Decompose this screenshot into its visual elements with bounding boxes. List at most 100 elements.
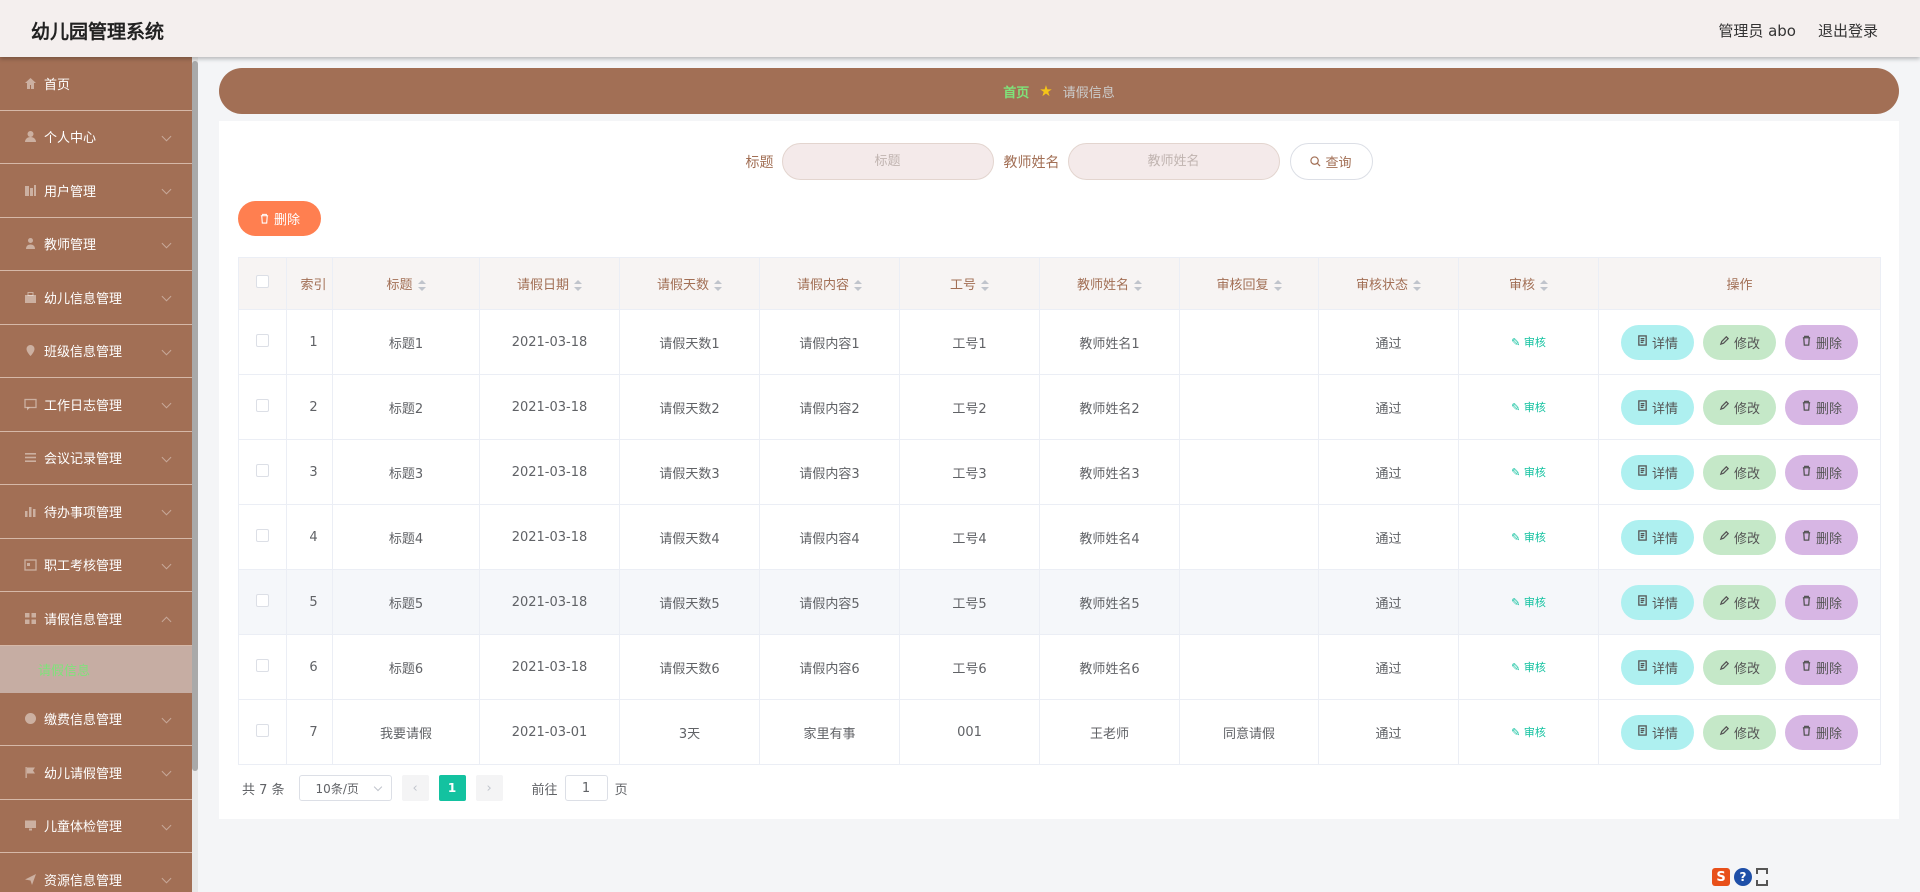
table-cell <box>1179 374 1319 440</box>
sort-icon[interactable] <box>1413 280 1421 291</box>
delete-button[interactable]: 删除 <box>1785 389 1858 425</box>
table-cell: 4 <box>286 504 333 570</box>
sidebar-item-3[interactable]: 教师管理 <box>0 218 192 271</box>
sort-icon[interactable] <box>417 280 426 291</box>
page-size-select[interactable]: 10条/页 <box>298 775 392 801</box>
sort-icon[interactable] <box>1134 280 1142 291</box>
sidebar-item-12[interactable]: 幼儿请假管理 <box>0 746 192 800</box>
row-checkbox[interactable] <box>256 593 269 607</box>
current-user[interactable]: 管理员 abo <box>1718 20 1796 41</box>
edit-button-label: 修改 <box>1733 531 1760 547</box>
sidebar-item-13[interactable]: 儿童体检管理 <box>0 800 192 853</box>
delete-button[interactable]: 删除 <box>1785 324 1858 360</box>
column-header[interactable]: 请假内容 <box>759 257 900 310</box>
breadcrumb-home[interactable]: 首页 <box>1003 82 1029 101</box>
page-number-current[interactable]: 1 <box>438 775 466 801</box>
prev-page-button[interactable]: ‹ <box>401 775 429 801</box>
document-icon <box>1637 659 1648 675</box>
sidebar-item-5[interactable]: 班级信息管理 <box>0 325 192 378</box>
sort-icon[interactable] <box>574 280 582 291</box>
sidebar-scrollbar[interactable] <box>192 57 198 892</box>
sidebar-item-9[interactable]: 职工考核管理 <box>0 539 192 592</box>
delete-button[interactable]: 删除 <box>1785 714 1858 750</box>
detail-button[interactable]: 详情 <box>1621 389 1694 425</box>
edit-button[interactable]: 修改 <box>1703 649 1776 685</box>
sidebar-item-7[interactable]: 会议记录管理 <box>0 432 192 485</box>
audit-link[interactable]: ✎ 审核 <box>1511 531 1546 544</box>
audit-link[interactable]: ✎ 审核 <box>1511 726 1546 739</box>
audit-link[interactable]: ✎ 审核 <box>1511 466 1546 479</box>
query-button[interactable]: 查询 <box>1289 143 1373 180</box>
audit-link[interactable]: ✎ 审核 <box>1511 336 1546 349</box>
audit-cell: ✎ 审核 <box>1458 439 1599 505</box>
row-checkbox[interactable] <box>256 398 269 412</box>
ime-s-icon[interactable]: S <box>1712 868 1730 886</box>
teacher-search-input[interactable] <box>1067 143 1280 180</box>
column-header[interactable]: 工号 <box>899 257 1040 310</box>
bulk-delete-button[interactable]: 删除 <box>238 201 321 236</box>
column-header[interactable]: 审核 <box>1458 257 1599 310</box>
sort-icon[interactable] <box>1273 280 1282 291</box>
edit-button[interactable]: 修改 <box>1703 324 1776 360</box>
column-header-label: 索引 <box>300 278 327 293</box>
row-checkbox[interactable] <box>256 333 269 347</box>
chevron-down-icon <box>161 131 172 141</box>
audit-link[interactable]: ✎ 审核 <box>1511 596 1546 609</box>
audit-link[interactable]: ✎ 审核 <box>1511 401 1546 414</box>
sidebar-item-1[interactable]: 个人中心 <box>0 111 192 164</box>
goto-page-input[interactable] <box>564 775 608 801</box>
fullscreen-icon[interactable] <box>1756 868 1768 886</box>
table-cell: 教师姓名6 <box>1039 634 1180 700</box>
pencil-icon <box>1719 595 1730 610</box>
row-checkbox[interactable] <box>256 528 269 542</box>
column-header[interactable]: 标题 <box>332 257 480 310</box>
edit-button[interactable]: 修改 <box>1703 389 1776 425</box>
column-header[interactable]: 请假日期 <box>479 257 620 310</box>
audit-link[interactable]: ✎ 审核 <box>1511 661 1546 674</box>
sidebar-item-14[interactable]: 资源信息管理 <box>0 853 192 892</box>
sidebar-item-10[interactable]: 请假信息管理 <box>0 592 192 646</box>
detail-button[interactable]: 详情 <box>1621 584 1694 620</box>
delete-button[interactable]: 删除 <box>1785 649 1858 685</box>
delete-button[interactable]: 删除 <box>1785 519 1858 555</box>
delete-button[interactable]: 删除 <box>1785 584 1858 620</box>
column-header[interactable]: 审核状态 <box>1318 257 1459 310</box>
help-icon[interactable]: ? <box>1734 868 1752 886</box>
edit-button-label: 修改 <box>1733 401 1760 417</box>
detail-button[interactable]: 详情 <box>1621 324 1694 360</box>
detail-button[interactable]: 详情 <box>1621 519 1694 555</box>
detail-button[interactable]: 详情 <box>1621 454 1694 490</box>
sort-icon[interactable] <box>714 280 722 291</box>
sidebar-subitem-active[interactable]: 请假信息 <box>0 645 192 693</box>
row-checkbox[interactable] <box>256 723 269 737</box>
column-header[interactable]: 教师姓名 <box>1039 257 1180 310</box>
edit-button[interactable]: 修改 <box>1703 584 1776 620</box>
sidebar-item-6[interactable]: 工作日志管理 <box>0 378 192 432</box>
column-header[interactable]: 审核回复 <box>1179 257 1319 310</box>
row-checkbox[interactable] <box>256 463 269 477</box>
next-page-button[interactable]: › <box>475 775 503 801</box>
row-checkbox[interactable] <box>256 658 269 672</box>
edit-button[interactable]: 修改 <box>1703 454 1776 490</box>
title-search-input[interactable] <box>781 143 994 180</box>
column-header-label: 请假日期 <box>516 278 569 293</box>
sidebar-item-11[interactable]: 缴费信息管理 <box>0 693 192 746</box>
detail-button[interactable]: 详情 <box>1621 649 1694 685</box>
content-panel: 标题 教师姓名 查询 删除 索引标题请假日期请假天数请假内容工号教师姓名审核回复… <box>219 121 1899 819</box>
table-cell: 5 <box>286 569 333 635</box>
sidebar-item-0[interactable]: 首页 <box>0 57 192 111</box>
edit-button[interactable]: 修改 <box>1703 714 1776 750</box>
select-all-checkbox[interactable] <box>256 275 269 288</box>
delete-button[interactable]: 删除 <box>1785 454 1858 490</box>
sort-icon[interactable] <box>854 280 862 291</box>
detail-button[interactable]: 详情 <box>1621 714 1694 750</box>
sort-icon[interactable] <box>1540 280 1548 291</box>
edit-button[interactable]: 修改 <box>1703 519 1776 555</box>
logout-link[interactable]: 退出登录 <box>1818 20 1878 41</box>
sidebar-item-4[interactable]: 幼儿信息管理 <box>0 271 192 325</box>
sidebar-item-8[interactable]: 待办事项管理 <box>0 485 192 539</box>
table-cell: 请假内容2 <box>759 374 900 440</box>
sort-icon[interactable] <box>981 280 989 291</box>
column-header[interactable]: 请假天数 <box>619 257 760 310</box>
sidebar-item-2[interactable]: 用户管理 <box>0 164 192 218</box>
